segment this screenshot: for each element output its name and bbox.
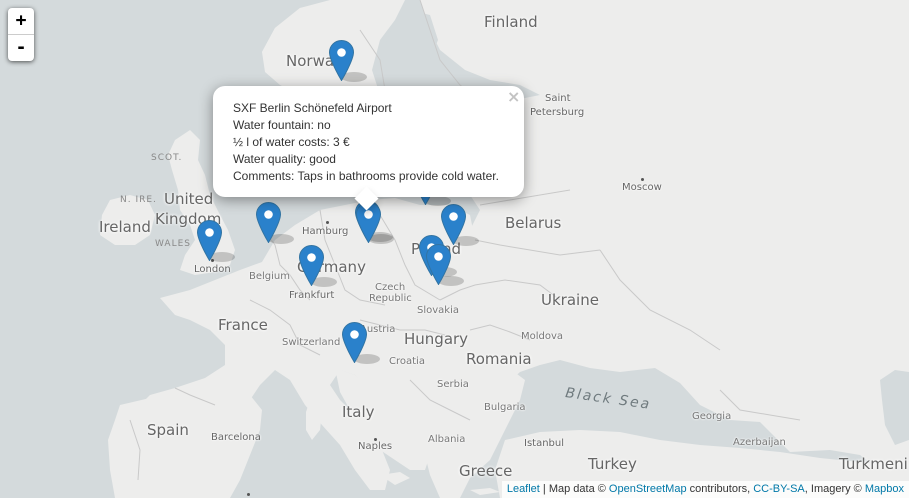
attribution-bar: Leaflet | Map data © OpenStreetMap contr… [501,481,909,498]
attribution-text-1: | Map data © [539,483,609,495]
openstreetmap-link[interactable]: OpenStreetMap [609,483,687,495]
map-marker-icon[interactable] [441,204,466,245]
map-container[interactable]: Finland Norway Ireland United Kingdom Be… [0,0,909,498]
basemap[interactable] [0,0,909,498]
marker-popup: × SXF Berlin Schönefeld Airport Water fo… [213,86,524,211]
map-marker-icon[interactable] [197,220,222,261]
attribution-text-2: contributors, [686,483,754,495]
popup-close-button[interactable]: × [507,89,520,105]
map-marker-icon[interactable] [329,40,354,81]
attribution-text-3: , Imagery © [804,483,865,495]
city-dot-moscow [641,178,644,181]
license-link[interactable]: CC-BY-SA [753,483,805,495]
popup-line-comments: Comments: Taps in bathrooms provide cold… [233,169,499,183]
popup-line-title: SXF Berlin Schönefeld Airport [233,101,392,115]
zoom-control: + - [8,8,34,61]
popup-line-cost: ½ l of water costs: 3 € [233,135,350,149]
leaflet-link[interactable]: Leaflet [507,483,540,495]
city-dot-naples [374,438,377,441]
zoom-in-button[interactable]: + [8,8,34,35]
zoom-out-button[interactable]: - [8,35,34,61]
popup-content: SXF Berlin Schönefeld Airport Water foun… [233,100,499,185]
popup-line-fountain: Water fountain: no [233,118,331,132]
city-dot-hamburg [326,221,329,224]
mapbox-link[interactable]: Mapbox [865,483,904,495]
map-marker-icon[interactable] [342,322,367,363]
popup-line-quality: Water quality: good [233,152,336,166]
map-marker-icon[interactable] [426,244,451,285]
map-marker-icon[interactable] [256,202,281,243]
city-dot-barcelona-2 [247,493,250,496]
map-marker-icon[interactable] [299,245,324,286]
